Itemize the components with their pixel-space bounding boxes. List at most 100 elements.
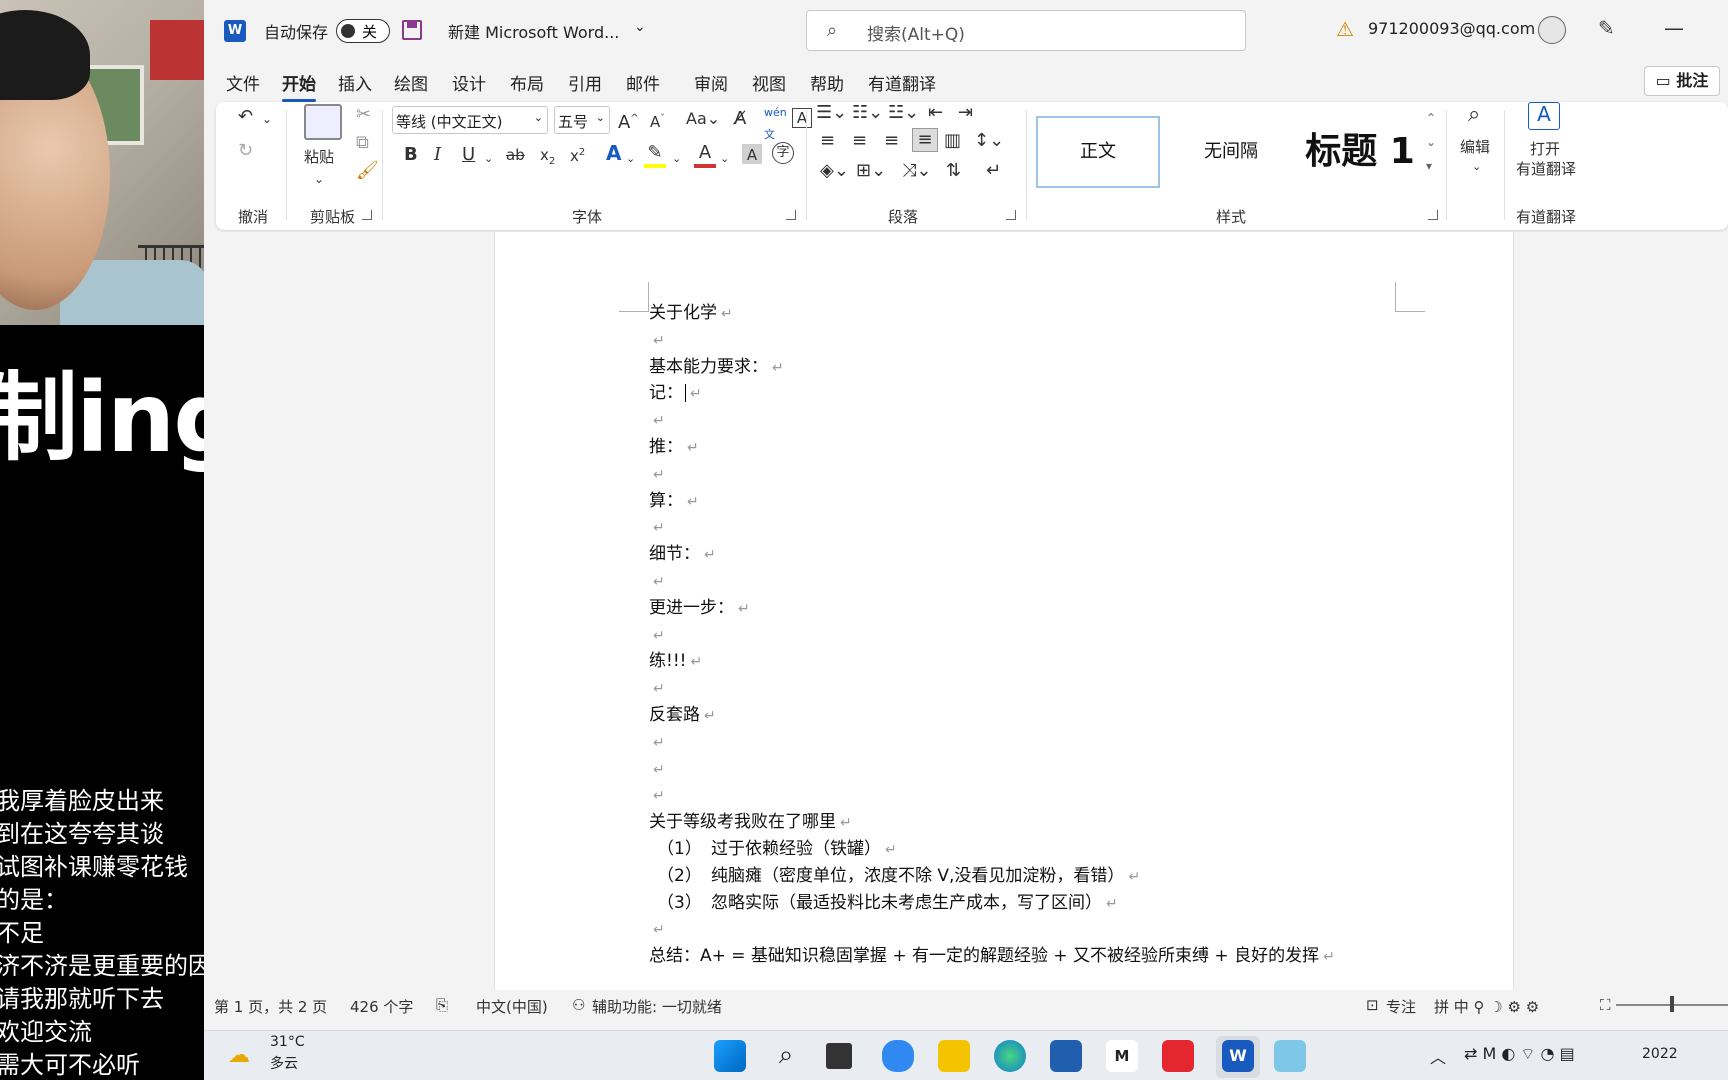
edge-icon[interactable] <box>994 1040 1026 1072</box>
warning-icon[interactable]: ⚠ <box>1336 17 1354 41</box>
paste-icon[interactable] <box>304 104 342 140</box>
clear-format-icon[interactable]: A̸ <box>734 108 746 130</box>
proofing-icon[interactable]: ⎘ <box>436 996 448 1014</box>
doc-paragraph[interactable]: ↵ <box>649 756 1469 783</box>
doc-paragraph[interactable]: （3） 忽略实际（最适投料比未考虑生产成本，写了区间） ↵ <box>649 890 1469 917</box>
increase-indent-icon[interactable]: ⇥ <box>958 102 973 124</box>
avatar[interactable] <box>1538 16 1566 44</box>
doc-paragraph[interactable]: （2） 纯脑瘫（密度单位，浓度不除 V,没看见加淀粉，看错） ↵ <box>649 863 1469 890</box>
styles-scroll-icon[interactable]: ⌃ ⌄ ▾ <box>1426 106 1436 178</box>
mail-app-icon[interactable]: M <box>1106 1040 1138 1072</box>
line-spacing-icon[interactable]: ↕⌄ <box>974 130 1004 152</box>
text-effects-icon[interactable]: A <box>606 142 621 164</box>
char-shading-icon[interactable]: A <box>742 144 762 164</box>
dialog-launcher-icon[interactable] <box>1428 210 1438 220</box>
redo-icon[interactable]: ↻ <box>238 140 253 162</box>
grow-font-icon[interactable]: A^ <box>618 108 639 134</box>
doc-paragraph[interactable]: ↵ <box>649 407 1469 434</box>
language-status[interactable]: 中文(中国) <box>476 996 548 1017</box>
search-input[interactable]: ⌕ 搜索(Alt+Q) <box>806 10 1246 51</box>
doc-paragraph[interactable]: 推： ↵ <box>649 434 1469 461</box>
tab-youdao[interactable]: 有道翻译 <box>868 70 936 95</box>
style-normal[interactable]: 正文 <box>1036 116 1160 188</box>
task-view-icon[interactable] <box>826 1043 852 1069</box>
weather-icon[interactable]: ☁ <box>228 1043 250 1068</box>
youdao-label[interactable]: 有道翻译 <box>1516 158 1576 180</box>
shrink-font-icon[interactable]: Aˇ <box>650 108 665 133</box>
document-page[interactable]: 关于化学 ↵ ↵ 基本能力要求： ↵ 记： ↵ ↵ 推： ↵ ↵ 算： ↵ ↵ 细节： ↵ ↵ 更进一步： ↵ ↵ 练!… <box>494 232 1514 990</box>
autosave-toggle[interactable]: 关 <box>336 19 390 43</box>
doc-paragraph[interactable]: 关于等级考我败在了哪里 ↵ <box>649 809 1469 836</box>
tab-references[interactable]: 引用 <box>568 70 602 95</box>
tab-review[interactable]: 审阅 <box>694 70 728 95</box>
strikethrough-button[interactable]: ab <box>506 144 525 166</box>
chevron-down-icon[interactable]: ⌄ <box>314 168 324 190</box>
doc-paragraph[interactable]: 细节： ↵ <box>649 541 1469 568</box>
translate-icon[interactable]: A <box>1528 102 1560 130</box>
doc-paragraph[interactable]: 反套路 ↵ <box>649 702 1469 729</box>
tab-design[interactable]: 设计 <box>452 70 486 95</box>
word-count[interactable]: 426 个字 <box>350 996 413 1017</box>
file-explorer-icon[interactable] <box>938 1040 970 1072</box>
zoom-slider-thumb[interactable] <box>1670 996 1674 1012</box>
change-case-icon[interactable]: Aa⌄ <box>686 108 720 130</box>
cut-icon[interactable]: ✂ <box>356 104 371 126</box>
doc-paragraph[interactable]: ↵ <box>649 675 1469 702</box>
undo-icon[interactable]: ↶ <box>238 106 253 128</box>
weather-temperature[interactable]: 31°C <box>270 1034 305 1050</box>
chevron-down-icon[interactable]: ⌄ <box>262 108 272 130</box>
doc-paragraph[interactable]: 基本能力要求： ↵ <box>649 354 1469 381</box>
doc-paragraph[interactable]: ↵ <box>649 568 1469 595</box>
tray-icons[interactable]: ⇄ M ◐ ⌔ ◔ ▤ <box>1464 1044 1575 1064</box>
doc-paragraph[interactable]: ↵ <box>649 622 1469 649</box>
doc-paragraph[interactable]: 总结：A+ = 基础知识稳固掌握 + 有一定的解题经验 + 又不被经验所束缚 +… <box>649 943 1469 970</box>
align-left-icon[interactable]: ≡ <box>820 130 835 152</box>
enclose-char-icon[interactable]: 字 <box>772 142 794 164</box>
tab-home[interactable]: 开始 <box>282 70 316 102</box>
comment-button[interactable]: ▭ 批注 <box>1644 66 1720 96</box>
document-body[interactable]: 关于化学 ↵ ↵ 基本能力要求： ↵ 记： ↵ ↵ 推： ↵ ↵ 算： ↵ ↵ 细节： ↵ ↵ 更进一步： ↵ ↵ 练!… <box>649 300 1469 970</box>
doc-paragraph[interactable]: ↵ <box>649 461 1469 488</box>
tab-layout[interactable]: 布局 <box>510 70 544 95</box>
dialog-launcher-icon[interactable] <box>362 210 372 220</box>
doc-paragraph[interactable]: ↵ <box>649 782 1469 809</box>
highlight-icon[interactable]: ✎ <box>644 142 666 168</box>
paste-label[interactable]: 粘贴 <box>304 146 334 168</box>
doc-paragraph[interactable]: （1） 过于依赖经验（铁罐） ↵ <box>649 836 1469 863</box>
account-email[interactable]: 971200093@qq.com <box>1368 19 1535 38</box>
phonetic-guide-icon[interactable]: wén 文 <box>764 102 787 146</box>
clock[interactable]: 2022 <box>1642 1046 1678 1062</box>
ime-icons[interactable]: 拼 中 ⚲ ☽ ⚙ ⚙ <box>1434 996 1539 1017</box>
doc-paragraph[interactable]: ↵ <box>649 916 1469 943</box>
chevron-up-icon[interactable]: ︿ <box>1430 1044 1446 1068</box>
underline-button[interactable]: U <box>462 144 475 166</box>
doc-paragraph[interactable]: ↵ <box>649 514 1469 541</box>
align-right-icon[interactable]: ≡ <box>884 130 899 152</box>
chevron-down-icon[interactable]: ⌄ <box>484 148 493 170</box>
weather-condition[interactable]: 多云 <box>270 1053 298 1073</box>
sort-icon[interactable]: ⇅ <box>946 160 961 182</box>
find-icon[interactable]: ⌕ <box>1468 104 1480 126</box>
focus-button[interactable]: 专注 <box>1386 996 1416 1017</box>
doc-paragraph[interactable]: 记： ↵ <box>649 380 1469 407</box>
start-icon[interactable] <box>714 1040 746 1072</box>
store-icon[interactable] <box>1050 1040 1082 1072</box>
font-color-icon[interactable]: A <box>694 142 716 168</box>
chevron-down-icon[interactable]: ⌄ <box>672 148 681 170</box>
doc-paragraph[interactable]: 关于化学 ↵ <box>649 300 1469 327</box>
pen-icon[interactable]: ✎ <box>1598 16 1615 40</box>
tab-mailings[interactable]: 邮件 <box>626 70 660 95</box>
style-no-spacing[interactable]: 无间隔 <box>1166 116 1296 188</box>
align-center-icon[interactable]: ≡ <box>852 130 867 152</box>
shading-icon[interactable]: ◈⌄ <box>820 160 849 182</box>
doc-paragraph[interactable]: ↵ <box>649 729 1469 756</box>
search-icon[interactable]: ⌕ <box>770 1040 802 1072</box>
tab-file[interactable]: 文件 <box>226 70 260 95</box>
bold-button[interactable]: B <box>404 144 418 166</box>
doc-paragraph[interactable]: 练!!! ↵ <box>649 648 1469 675</box>
font-name-select[interactable]: 等线 (中文正文) ⌄ <box>392 106 548 134</box>
dialog-launcher-icon[interactable] <box>786 210 796 220</box>
decrease-indent-icon[interactable]: ⇤ <box>928 102 943 124</box>
cloud-app-icon[interactable] <box>882 1040 914 1072</box>
chevron-down-icon[interactable]: ⌄ <box>626 148 635 170</box>
